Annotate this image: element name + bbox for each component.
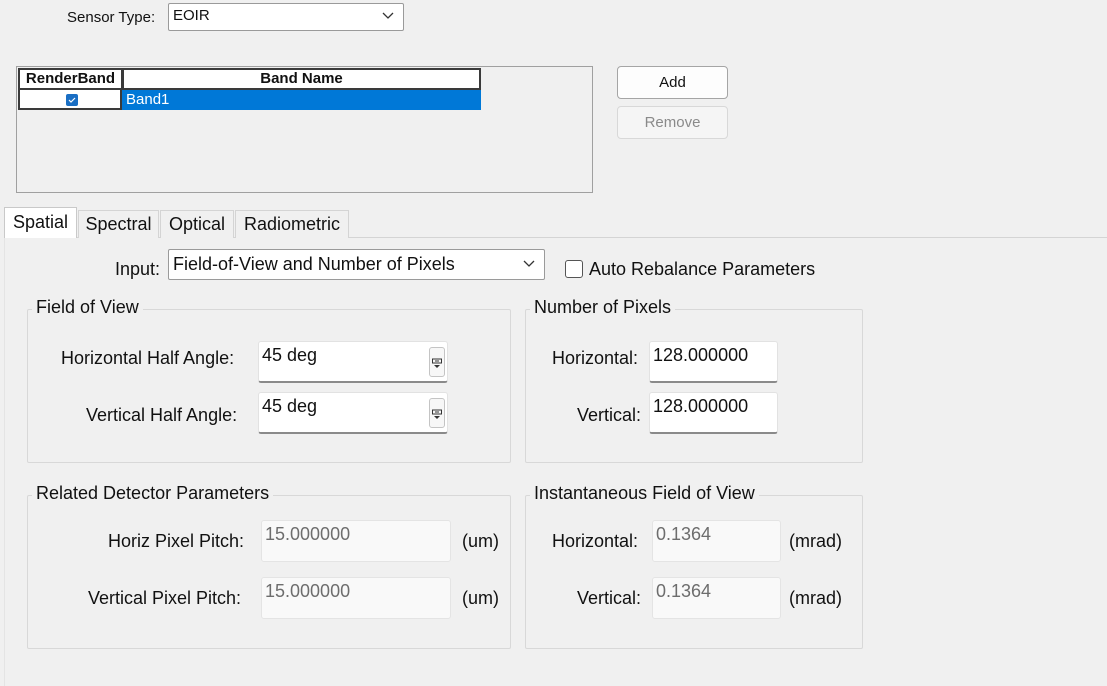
auto-rebalance-label[interactable]: Auto Rebalance Parameters (589, 259, 815, 280)
ifov-horizontal-unit: (mrad) (789, 531, 842, 551)
ifov-horizontal-label: Horizontal: (552, 531, 639, 551)
pixels-vertical-field[interactable]: 128.000000 (649, 392, 778, 434)
renderband-checkbox[interactable] (66, 94, 78, 106)
ifov-horizontal-value: 0.1364 (656, 524, 712, 544)
table-row[interactable]: Band1 (18, 90, 481, 110)
units-picker-icon (432, 409, 442, 419)
band-table: RenderBand Band Name Band1 (16, 66, 593, 193)
field-of-view-title: Field of View (32, 297, 143, 318)
number-of-pixels-group (525, 309, 863, 463)
sensor-type-label: Sensor Type: (67, 9, 156, 26)
pixels-horizontal-field[interactable]: 128.000000 (649, 341, 778, 383)
tab-radiometric[interactable]: Radiometric (235, 210, 349, 238)
add-button[interactable]: Add (617, 66, 728, 99)
horizontal-half-angle-value: 45 deg (262, 345, 318, 365)
check-icon (68, 97, 76, 103)
renderband-cell[interactable] (18, 90, 122, 110)
units-picker-button[interactable] (429, 347, 445, 377)
pixels-horizontal-label: Horizontal: (552, 348, 639, 368)
tab-spatial[interactable]: Spatial (4, 207, 77, 238)
horizontal-half-angle-label: Horizontal Half Angle: (61, 348, 235, 368)
column-header-band-name[interactable]: Band Name (122, 68, 481, 90)
vertical-half-angle-value: 45 deg (262, 396, 318, 416)
ifov-group (525, 495, 863, 649)
horizontal-half-angle-field[interactable]: 45 deg (258, 341, 448, 383)
horiz-pixel-pitch-field: 15.000000 (261, 520, 451, 562)
field-of-view-group (27, 309, 511, 463)
ifov-vertical-unit: (mrad) (789, 588, 842, 608)
horiz-pixel-pitch-label: Horiz Pixel Pitch: (108, 531, 245, 551)
sensor-type-dropdown[interactable]: EOIR (168, 3, 404, 31)
input-label: Input: (115, 259, 161, 279)
chevron-down-icon (381, 8, 395, 22)
horiz-pixel-pitch-unit: (um) (462, 531, 499, 551)
vertical-half-angle-label: Vertical Half Angle: (86, 405, 238, 425)
remove-button[interactable]: Remove (617, 106, 728, 139)
pixels-horizontal-value: 128.000000 (653, 345, 749, 365)
column-header-renderband[interactable]: RenderBand (18, 68, 122, 90)
pixels-vertical-value: 128.000000 (653, 396, 749, 416)
detector-parameters-group (27, 495, 511, 649)
band-name-cell[interactable]: Band1 (122, 90, 481, 110)
detector-parameters-title: Related Detector Parameters (32, 483, 274, 504)
vertical-half-angle-field[interactable]: 45 deg (258, 392, 448, 434)
chevron-down-icon (522, 256, 536, 270)
vertical-pixel-pitch-field: 15.000000 (261, 577, 451, 619)
number-of-pixels-title: Number of Pixels (530, 297, 676, 318)
units-picker-icon (432, 358, 442, 368)
pixels-vertical-label: Vertical: (577, 405, 642, 425)
vertical-pixel-pitch-value: 15.000000 (265, 581, 351, 601)
input-mode-dropdown[interactable]: Field-of-View and Number of Pixels (168, 249, 545, 280)
ifov-title: Instantaneous Field of View (530, 483, 759, 504)
units-picker-button[interactable] (429, 398, 445, 428)
horiz-pixel-pitch-value: 15.000000 (265, 524, 351, 544)
ifov-vertical-field: 0.1364 (652, 577, 781, 619)
sensor-type-value: EOIR (173, 7, 210, 24)
auto-rebalance-checkbox[interactable] (565, 260, 583, 278)
ifov-horizontal-field: 0.1364 (652, 520, 781, 562)
input-mode-value: Field-of-View and Number of Pixels (173, 254, 455, 274)
band-table-header: RenderBand Band Name (18, 68, 481, 90)
vertical-pixel-pitch-label: Vertical Pixel Pitch: (88, 588, 242, 608)
tab-optical[interactable]: Optical (160, 210, 234, 238)
ifov-vertical-value: 0.1364 (656, 581, 712, 601)
vertical-pixel-pitch-unit: (um) (462, 588, 499, 608)
ifov-vertical-label: Vertical: (577, 588, 642, 608)
tab-spectral[interactable]: Spectral (78, 210, 159, 238)
